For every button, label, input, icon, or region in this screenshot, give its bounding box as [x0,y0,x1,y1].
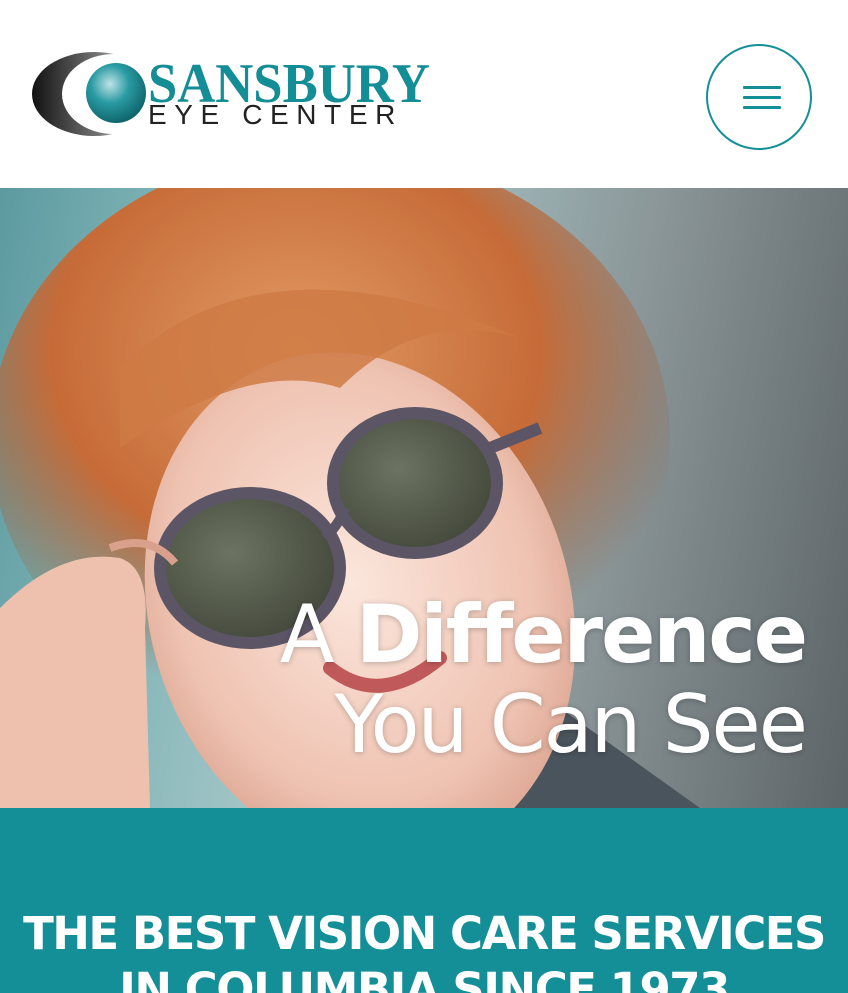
headline-emphasis: Difference [355,588,808,681]
menu-button[interactable] [706,44,812,150]
tagline-heading: THE BEST VISION CARE SERVICES IN COLUMBI… [23,907,826,993]
logo-subtitle: EYE CENTER [148,99,403,130]
site-logo[interactable]: SANSBURY EYE CENTER [32,50,452,140]
hero-headline: A Difference You Can See [279,588,808,771]
headline-line2: You Can See [334,678,808,771]
logo-eye-icon [32,52,152,136]
headline-prefix: A [279,588,335,681]
hamburger-menu-icon [743,86,781,89]
hero-banner: A Difference You Can See [0,188,848,808]
tagline-band: THE BEST VISION CARE SERVICES IN COLUMBI… [0,808,848,993]
site-header: SANSBURY EYE CENTER [0,0,848,188]
